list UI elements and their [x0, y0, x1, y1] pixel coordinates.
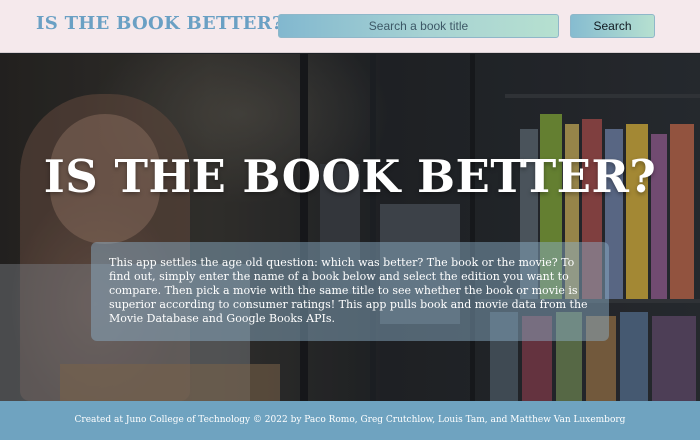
site-footer: Created at Juno College of Technology © … — [0, 401, 700, 440]
hero-section: IS THE BOOK BETTER? This app settles the… — [0, 54, 700, 401]
intro-text: This app settles the age old question: w… — [109, 256, 588, 325]
search-button[interactable]: Search — [570, 14, 655, 38]
search-input[interactable] — [278, 14, 559, 38]
footer-credits: Created at Juno College of Technology © … — [74, 415, 626, 425]
hero-title: IS THE BOOK BETTER? — [43, 150, 657, 203]
site-logo[interactable]: IS THE BOOK BETTER? — [36, 13, 283, 34]
site-header: IS THE BOOK BETTER? Search — [0, 0, 700, 53]
hero-overlay — [0, 54, 700, 401]
intro-panel: This app settles the age old question: w… — [91, 242, 609, 341]
